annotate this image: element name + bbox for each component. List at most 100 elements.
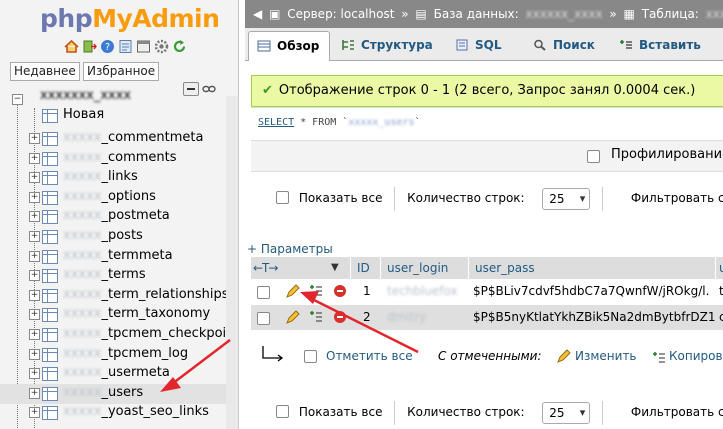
- check-all-checkbox[interactable]: [304, 350, 317, 363]
- breadcrumb-table-label[interactable]: Таблица:: [642, 7, 699, 21]
- delete-row-icon[interactable]: [334, 311, 346, 323]
- cell-user-pass: $P$BLiv7cdvf5hdbC7a7QwnfW/jROkg/l.: [473, 284, 710, 298]
- row-count-select-bottom[interactable]: 25: [542, 401, 591, 424]
- expand-icon[interactable]: +: [29, 270, 40, 282]
- profiling-row: Профилирование: [251, 140, 723, 172]
- sidebar-table-item[interactable]: + xxxxx_postmeta: [0, 207, 230, 227]
- edit-pencil-icon[interactable]: [285, 283, 301, 299]
- query-window-icon[interactable]: [136, 39, 151, 54]
- breadcrumb-server[interactable]: Сервер: localhost: [287, 7, 394, 21]
- parameters-link[interactable]: + Параметры: [247, 242, 333, 256]
- tab-insert[interactable]: Вставить: [611, 31, 701, 60]
- sidebar-table-item[interactable]: + xxxxx_users: [0, 383, 230, 404]
- check-all-link[interactable]: Отметить все: [326, 344, 413, 368]
- breadcrumb: ◀ ▣ Сервер: localhost » ▤ База данных: x…: [245, 0, 723, 28]
- new-table-icon: [42, 109, 58, 123]
- reload-icon[interactable]: [172, 39, 187, 54]
- sidebar-table-item[interactable]: + xxxxx_options: [0, 188, 230, 208]
- table-row[interactable]: 2 dmitry $P$B5nyKtlatYkhZBik5Na2dmBytbfrDZ…: [251, 305, 723, 330]
- tab-search[interactable]: Поиск: [525, 31, 595, 60]
- sql-select-keyword[interactable]: SELECT: [258, 117, 294, 128]
- breadcrumb-db-value[interactable]: xxxxxx_xxxx: [526, 7, 603, 21]
- sidebar-table-item[interactable]: + xxxxx_termmeta: [0, 247, 230, 267]
- column-header-next[interactable]: u: [719, 257, 723, 279]
- tab-sql[interactable]: SQL: [447, 31, 502, 60]
- sidebar-table-item[interactable]: + xxxxx_term_taxonomy: [0, 305, 230, 325]
- column-header-user-login[interactable]: user_login: [387, 257, 448, 279]
- sidebar-table-item[interactable]: + xxxxx_comments: [0, 149, 230, 169]
- logout-icon[interactable]: [82, 39, 97, 54]
- sidebar-table-item[interactable]: + xxxxx_terms: [0, 266, 230, 286]
- favorites-tab-button[interactable]: Избранное: [83, 62, 160, 81]
- show-all-checkbox-bottom[interactable]: [276, 405, 289, 418]
- row-checkbox[interactable]: [257, 286, 270, 299]
- insert-icon: [619, 33, 633, 49]
- recent-tab-button[interactable]: Недавнее: [10, 62, 80, 81]
- tab-structure[interactable]: Структура: [333, 31, 433, 60]
- sidebar-table-item[interactable]: + xxxxx_usermeta: [0, 364, 230, 384]
- expand-icon[interactable]: +: [29, 387, 40, 399]
- profiling-label: Профилирование: [611, 147, 723, 162]
- home-icon[interactable]: [64, 39, 79, 54]
- arrow-left-icon[interactable]: ◀: [253, 7, 262, 21]
- table-icon: [42, 132, 58, 146]
- table-icon: [42, 308, 58, 323]
- row-count-select[interactable]: 25: [542, 187, 591, 210]
- collapse-icon[interactable]: −: [12, 94, 23, 105]
- breadcrumb-table-value[interactable]: xxxxx_users: [706, 7, 723, 21]
- copy-row-icon[interactable]: [309, 284, 323, 298]
- profiling-checkbox[interactable]: [587, 150, 600, 163]
- expand-icon[interactable]: +: [29, 309, 40, 321]
- phpmyadmin-logo[interactable]: phpMyAdmin: [40, 4, 220, 33]
- row-checkbox[interactable]: [257, 312, 270, 325]
- sql-icon: [455, 33, 469, 51]
- expand-icon[interactable]: +: [29, 211, 40, 223]
- expand-icon[interactable]: +: [29, 133, 40, 144]
- edit-pencil-icon[interactable]: [285, 309, 301, 325]
- sidebar-table-item[interactable]: + xxxxx_links: [0, 168, 230, 188]
- tree-item-new[interactable]: Новая: [0, 106, 230, 126]
- expand-icon[interactable]: +: [29, 348, 40, 360]
- expand-icon[interactable]: +: [29, 191, 40, 203]
- expand-icon[interactable]: +: [29, 329, 40, 340]
- sidebar-table-item[interactable]: + xxxxx_posts: [0, 227, 230, 247]
- table-icon: [42, 367, 58, 382]
- show-all-checkbox[interactable]: [276, 191, 289, 204]
- expand-icon[interactable]: +: [29, 172, 40, 184]
- breadcrumb-db-label[interactable]: База данных:: [434, 7, 519, 21]
- expand-icon[interactable]: +: [29, 289, 40, 301]
- settings-gear-icon[interactable]: [154, 39, 169, 54]
- delete-row-icon[interactable]: [334, 285, 346, 297]
- expand-icon[interactable]: +: [29, 231, 40, 242]
- expand-icon[interactable]: +: [29, 250, 40, 262]
- column-header-user-pass[interactable]: user_pass: [475, 257, 535, 279]
- search-icon: [533, 33, 547, 51]
- tab-browse[interactable]: Обзор: [248, 31, 330, 61]
- table-icon: [42, 347, 58, 362]
- help-icon[interactable]: ?: [100, 39, 115, 54]
- expand-icon[interactable]: +: [29, 368, 40, 380]
- table-icon: [42, 328, 58, 342]
- table-row[interactable]: 1 techbluefox $P$BLiv7cdvf5hdbC7a7QwnfW/jR…: [251, 279, 723, 304]
- expand-icon[interactable]: +: [29, 407, 40, 419]
- expand-icon[interactable]: +: [29, 152, 40, 164]
- sort-arrows-icon[interactable]: ←T→: [253, 257, 278, 279]
- table-header-row: ←T→ ▼ ID user_login user_pass u: [251, 257, 723, 280]
- bulk-copy-link[interactable]: Копиров: [669, 344, 723, 368]
- sidebar-table-item[interactable]: + xxxxx_tpcmem_log: [0, 345, 230, 365]
- bulk-edit-link[interactable]: Изменить: [575, 344, 637, 368]
- sidebar-table-item[interactable]: + xxxxx_tpcmem_checkpoints: [0, 325, 238, 345]
- column-header-id[interactable]: ID: [357, 257, 370, 279]
- arrow-ltr-icon: [260, 344, 284, 372]
- nav-scrollbar[interactable]: [226, 96, 238, 429]
- docs-icon[interactable]: [118, 39, 133, 54]
- sidebar-table-item[interactable]: + xxxxx_term_relationships: [0, 286, 230, 306]
- sidebar-table-item[interactable]: + xxxxx_commentmeta: [0, 129, 230, 149]
- copy-row-icon[interactable]: [309, 310, 323, 324]
- sql-query-box: SELECT * FROM `xxxxx_users`: [251, 107, 723, 140]
- column-menu-icon[interactable]: ▼: [331, 257, 339, 279]
- structure-icon: [341, 33, 355, 50]
- svg-text:?: ?: [105, 42, 110, 53]
- table-icon: [42, 288, 58, 303]
- sidebar-table-item[interactable]: + xxxxx_yoast_seo_links: [0, 403, 230, 423]
